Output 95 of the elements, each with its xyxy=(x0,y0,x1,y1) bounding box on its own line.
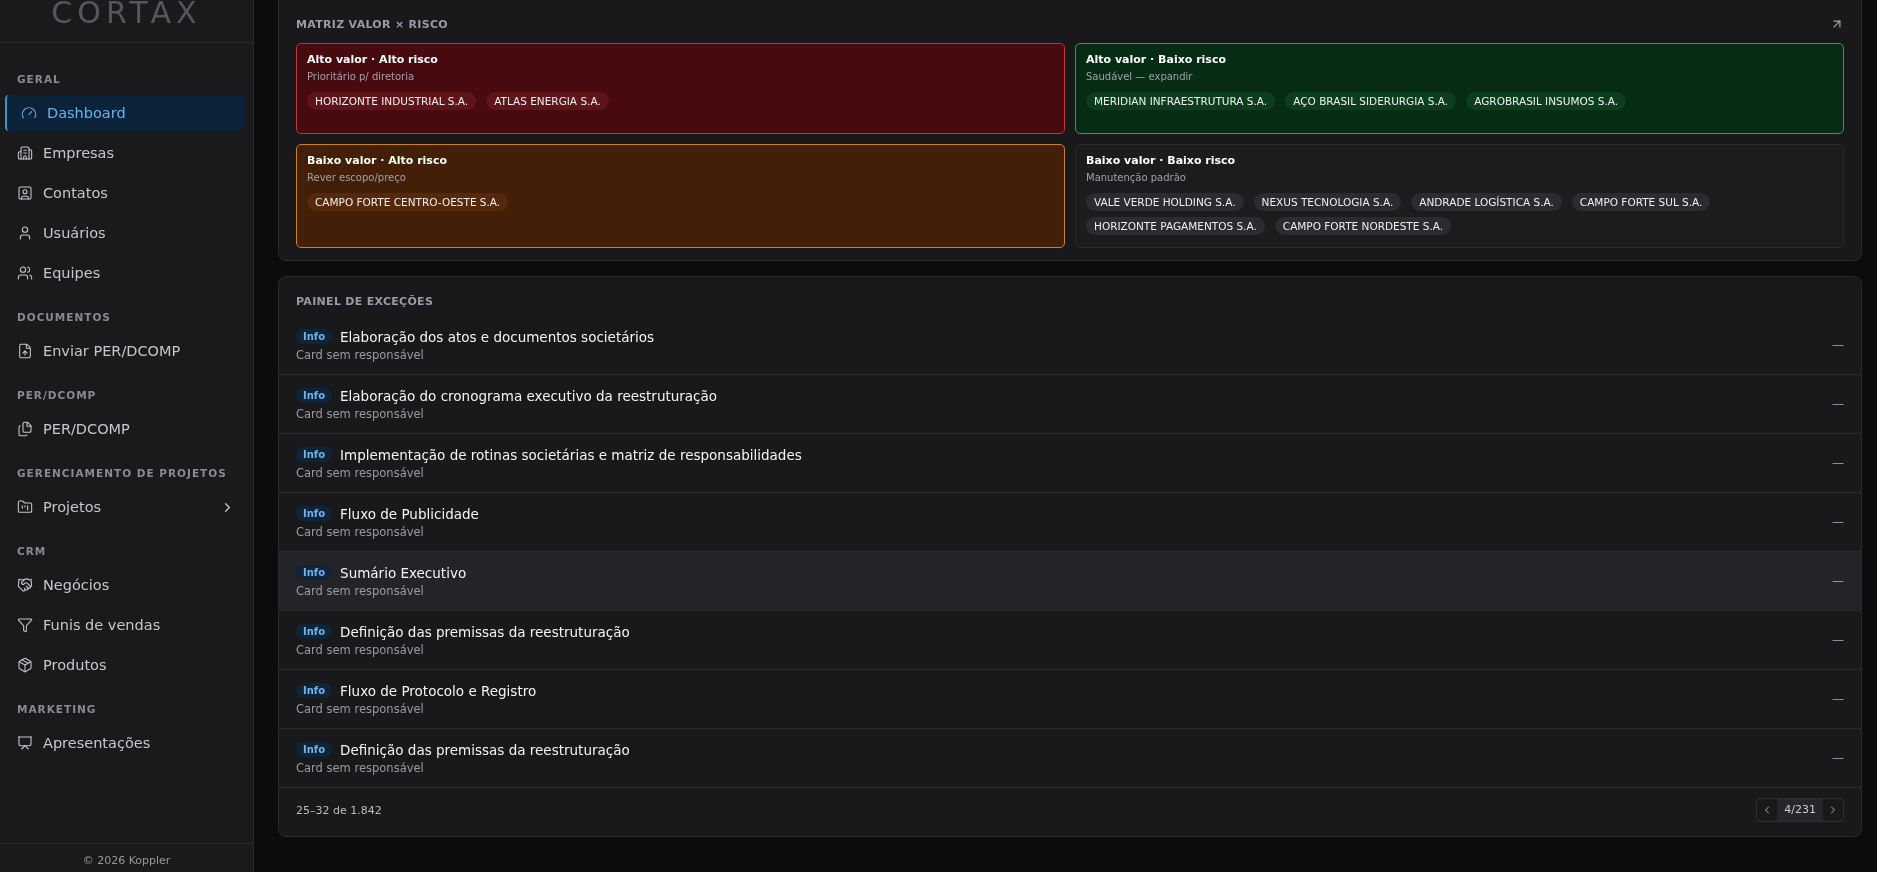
exception-subtitle: Card sem responsável xyxy=(296,583,425,598)
sidebar-item[interactable]: Apresentações xyxy=(5,725,245,761)
section-heading: MARKETING xyxy=(16,702,98,717)
quadrant-subtitle: Rever escopo/preço xyxy=(307,172,407,183)
section-heading: PER/DCOMP xyxy=(16,388,98,403)
user-icon xyxy=(17,225,33,241)
sidebar-item[interactable]: Equipes xyxy=(5,255,245,291)
quadrant-subtitle: Manutenção padrão xyxy=(1086,172,1187,183)
section-heading: CRM xyxy=(16,544,48,559)
company-tag[interactable]: NEXUS TECNOLOGIA S.A. xyxy=(1253,193,1402,211)
card-title: PAINEL DE EXCEÇÕES xyxy=(296,295,435,308)
quadrant-title: Baixo valor · Alto risco xyxy=(307,154,448,167)
exception-value: — xyxy=(1832,515,1844,529)
info-badge: Info xyxy=(296,506,333,521)
exception-value: — xyxy=(1832,633,1844,647)
section-heading: GERAL xyxy=(16,72,62,87)
sidebar-item[interactable]: Projetos xyxy=(5,489,245,525)
exception-value: — xyxy=(1832,338,1844,352)
exception-value: — xyxy=(1832,692,1844,706)
company-tag[interactable]: AGROBRASIL INSUMOS S.A. xyxy=(1466,92,1627,110)
exception-subtitle: Card sem responsável xyxy=(296,406,425,421)
sidebar-item[interactable]: Produtos xyxy=(5,647,245,683)
exception-row[interactable]: Info Definição das premissas da reestruturação Card sem responsável — xyxy=(279,729,1861,788)
file-upload-icon xyxy=(17,343,33,359)
sidebar-item[interactable]: Negócios xyxy=(5,567,245,603)
info-badge: Info xyxy=(296,624,333,639)
presentation-icon xyxy=(17,735,33,751)
exception-title: Definição das premissas da reestruturação xyxy=(340,741,630,758)
company-tag[interactable]: HORIZONTE INDUSTRIAL S.A. xyxy=(307,92,477,110)
company-tag[interactable]: VALE VERDE HOLDING S.A. xyxy=(1086,193,1244,211)
range-text: 25–32 de 1.842 xyxy=(296,803,382,817)
exception-subtitle: Card sem responsável xyxy=(296,760,425,775)
exception-title: Definição das premissas da reestruturação xyxy=(340,623,630,640)
quadrant-title: Alto valor · Alto risco xyxy=(307,53,439,66)
sidebar-item[interactable]: Funis de vendas xyxy=(5,607,245,643)
exception-value: — xyxy=(1832,397,1844,411)
section-heading: GERENCIAMENTO DE PROJETOS xyxy=(16,466,228,481)
exception-title: Elaboração do cronograma executivo da reestruturação xyxy=(340,387,718,404)
exception-title: Elaboração dos atos e documentos societários xyxy=(340,328,655,345)
sidebar-item[interactable]: Contatos xyxy=(5,175,245,211)
company-tag[interactable]: AÇO BRASIL SIDERURGIA S.A. xyxy=(1285,92,1457,110)
exception-subtitle: Card sem responsável xyxy=(296,465,425,480)
sidebar-item[interactable]: Dashboard xyxy=(5,95,245,131)
exception-subtitle: Card sem responsável xyxy=(296,642,425,657)
building-icon xyxy=(17,145,33,161)
exception-value: — xyxy=(1832,456,1844,470)
sidebar-item[interactable]: Usuários xyxy=(5,215,245,251)
exception-row[interactable]: Info Implementação de rotinas societárias e matriz de responsabilidades Card sem responsável — xyxy=(279,434,1861,493)
exception-value: — xyxy=(1832,751,1844,765)
exception-row[interactable]: Info Elaboração dos atos e documentos societários Card sem responsável — xyxy=(279,316,1861,375)
exception-title: Fluxo de Publicidade xyxy=(340,505,479,522)
page-indicator: 4/231 xyxy=(1777,799,1823,821)
exception-title: Fluxo de Protocolo e Registro xyxy=(340,682,537,699)
company-tag[interactable]: ATLAS ENERGIA S.A. xyxy=(486,92,609,110)
gauge-icon xyxy=(21,105,37,121)
info-badge: Info xyxy=(296,683,333,698)
exception-row[interactable]: Info Sumário Executivo Card sem responsável — xyxy=(279,552,1861,611)
exception-title: Implementação de rotinas societárias e matriz de responsabilidades xyxy=(340,446,802,463)
info-badge: Info xyxy=(296,388,333,403)
exception-row[interactable]: Info Definição das premissas da reestruturação Card sem responsável — xyxy=(279,611,1861,670)
info-badge: Info xyxy=(296,565,333,580)
info-badge: Info xyxy=(296,742,333,757)
files-icon xyxy=(17,421,33,437)
handshake-icon xyxy=(17,577,33,593)
company-tag[interactable]: CAMPO FORTE SUL S.A. xyxy=(1571,193,1711,211)
card-title: MATRIZ VALOR × RISCO xyxy=(296,17,448,31)
quadrant-subtitle: Saudável — expandir xyxy=(1086,71,1194,82)
info-badge: Info xyxy=(296,329,333,344)
company-tag[interactable]: HORIZONTE PAGAMENTOS S.A. xyxy=(1086,217,1265,235)
sidebar-item[interactable]: PER/DCOMP xyxy=(5,411,245,447)
package-icon xyxy=(17,657,33,673)
exception-value: — xyxy=(1832,574,1844,588)
exception-subtitle: Card sem responsável xyxy=(296,701,425,716)
funnel-icon xyxy=(17,617,33,633)
quadrant-title: Alto valor · Baixo risco xyxy=(1086,53,1227,66)
exception-title: Sumário Executivo xyxy=(340,564,467,581)
exception-row[interactable]: Info Elaboração do cronograma executivo da reestruturação Card sem responsável — xyxy=(279,375,1861,434)
users-icon xyxy=(17,265,33,281)
exception-row[interactable]: Info Fluxo de Protocolo e Registro Card sem responsável — xyxy=(279,670,1861,729)
quadrant-subtitle: Prioritário p/ diretoria xyxy=(307,71,416,82)
sidebar-item[interactable]: Enviar PER/DCOMP xyxy=(5,333,245,369)
company-tag[interactable]: CAMPO FORTE CENTRO-OESTE S.A. xyxy=(307,193,509,211)
section-heading: DOCUMENTOS xyxy=(16,310,112,325)
folder-icon xyxy=(17,499,33,515)
contact-card-icon xyxy=(17,185,33,201)
sidebar-item[interactable]: Empresas xyxy=(5,135,245,171)
company-tag[interactable]: MERIDIAN INFRAESTRUTURA S.A. xyxy=(1086,92,1276,110)
exception-subtitle: Card sem responsável xyxy=(296,347,425,362)
info-badge: Info xyxy=(296,447,333,462)
copyright: © 2026 Koppler xyxy=(82,854,171,869)
exception-subtitle: Card sem responsável xyxy=(296,524,425,539)
company-tag[interactable]: ANDRADE LOGÍSTICA S.A. xyxy=(1411,193,1562,211)
quadrant-title: Baixo valor · Baixo risco xyxy=(1086,154,1237,167)
logo: CORTAX xyxy=(51,0,202,28)
company-tag[interactable]: CAMPO FORTE NORDESTE S.A. xyxy=(1274,217,1452,235)
